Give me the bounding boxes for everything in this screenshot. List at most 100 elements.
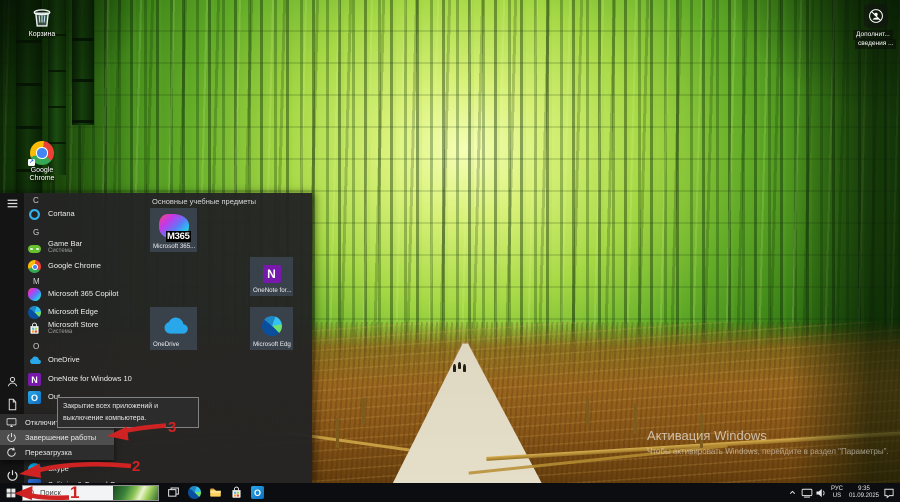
- clock-date: 01.09.2025: [849, 493, 879, 500]
- store-icon: [230, 486, 243, 499]
- copilot-icon: [28, 288, 41, 301]
- tile-label: Microsoft Edge: [253, 341, 291, 348]
- language-line-1: РУС: [831, 486, 843, 493]
- store-icon: [28, 322, 41, 335]
- skype-icon: S: [28, 463, 41, 476]
- shutdown-tooltip: Закрытие всех приложений и выключение ко…: [57, 397, 199, 428]
- app-section-header[interactable]: M: [33, 277, 40, 286]
- chrome-icon: [28, 260, 41, 273]
- app-item-label: OneNote for Windows 10: [48, 375, 132, 384]
- monitor-icon: [6, 417, 17, 428]
- taskbar-search-box[interactable]: Поиск: [22, 485, 159, 501]
- start-tile-onedrive[interactable]: OneDrive: [150, 307, 197, 350]
- app-item-label: Microsoft Edge: [48, 308, 98, 317]
- app-item-text: Google Chrome: [48, 262, 101, 271]
- app-item-label: Google Chrome: [48, 262, 101, 271]
- tray-chevron-up-icon[interactable]: [786, 483, 800, 502]
- hamburger-icon[interactable]: [6, 197, 19, 210]
- app-item-label: Skype: [48, 465, 69, 474]
- tile-label: Microsoft 365...: [153, 243, 195, 250]
- activation-watermark: Активация Windows Чтобы активировать Win…: [647, 428, 889, 456]
- app-item-text: OneDrive: [48, 356, 80, 365]
- gamebar-icon: [28, 241, 41, 254]
- app-item-sublabel: Система: [48, 329, 98, 336]
- app-item-label: Cortana: [48, 210, 75, 219]
- app-list-item-game-bar[interactable]: Game BarСистема: [28, 239, 150, 256]
- app-item-text: Game BarСистема: [48, 240, 82, 256]
- taskbar-button-store[interactable]: [226, 483, 247, 502]
- power-flyout-item-3[interactable]: Перезагрузка: [0, 445, 114, 460]
- action-center-icon[interactable]: [882, 483, 896, 502]
- chrome-icon: ↗: [30, 141, 54, 165]
- app-section-header[interactable]: G: [33, 228, 39, 237]
- volume-icon[interactable]: [814, 483, 828, 502]
- language-line-2: US: [831, 493, 843, 500]
- app-item-label: Game Bar: [48, 240, 82, 249]
- app-list-item-onenote-for-windows-10[interactable]: NOneNote for Windows 10: [28, 371, 150, 388]
- desktop: Корзина ↗ Google Chrome Дополнит... свед…: [0, 0, 900, 502]
- power-flyout-label: Перезагрузка: [25, 448, 72, 457]
- task-view-icon: [167, 486, 180, 499]
- explorer-icon: [209, 486, 222, 499]
- edge-icon: [188, 486, 201, 499]
- system-tray: РУС US 9:35 01.09.2025: [786, 483, 900, 502]
- taskbar: Поиск O РУС US 9:35 01.09.2025: [0, 483, 900, 502]
- app-item-label: OneDrive: [48, 356, 80, 365]
- app-list-item-cortana[interactable]: Cortana: [28, 206, 150, 223]
- app-item-text: Cortana: [48, 210, 75, 219]
- network-icon[interactable]: [800, 483, 814, 502]
- app-item-text: Skype: [48, 465, 69, 474]
- desktop-icon-google-chrome[interactable]: ↗ Google Chrome: [14, 141, 70, 183]
- desktop-icon-recycle-bin[interactable]: Корзина: [14, 5, 70, 39]
- outlook-icon: O: [251, 486, 264, 499]
- app-item-text: Microsoft Edge: [48, 308, 98, 317]
- app-list-item-microsoft-store[interactable]: Microsoft StoreСистема: [28, 320, 150, 337]
- app-section-header[interactable]: O: [33, 342, 39, 351]
- onedrive-icon: [28, 354, 41, 367]
- spotlight-person-slash-icon[interactable]: [864, 4, 888, 28]
- start-tile-edge[interactable]: Microsoft Edge: [250, 307, 293, 350]
- edge-icon: [262, 316, 282, 336]
- app-list-item-onedrive[interactable]: OneDrive: [28, 352, 150, 369]
- onenote-icon: N: [263, 265, 281, 283]
- clock-time: 9:35: [849, 486, 879, 493]
- tile-label: OneNote for...: [253, 287, 291, 294]
- app-item-label: Microsoft Store: [48, 321, 98, 330]
- app-list-item-microsoft-365-copilot[interactable]: Microsoft 365 Copilot: [28, 286, 150, 303]
- spotlight-line-2[interactable]: сведения ...: [855, 39, 896, 49]
- search-placeholder: Поиск: [40, 488, 61, 497]
- taskbar-button-edge[interactable]: [184, 483, 205, 502]
- app-item-text: Microsoft 365 Copilot: [48, 290, 118, 299]
- power-flyout-item-2[interactable]: Завершение работы: [0, 430, 114, 445]
- user-account-icon[interactable]: [6, 375, 19, 388]
- windows-logo-icon: [6, 488, 16, 498]
- app-section-header[interactable]: C: [33, 196, 39, 205]
- power-button-icon[interactable]: [6, 469, 19, 482]
- language-indicator[interactable]: РУС US: [831, 486, 843, 500]
- start-tile-onenote[interactable]: N OneNote for...: [250, 257, 293, 296]
- desktop-icon-label: Google Chrome: [18, 167, 66, 183]
- power-icon: [6, 432, 17, 443]
- tile-label: OneDrive: [153, 341, 179, 348]
- start-button[interactable]: [0, 483, 22, 502]
- outlook-icon: O: [28, 391, 41, 404]
- app-item-text: Microsoft StoreСистема: [48, 321, 98, 337]
- power-flyout-label: Завершение работы: [25, 433, 96, 442]
- shortcut-arrow-icon: ↗: [28, 159, 35, 166]
- taskbar-button-explorer[interactable]: [205, 483, 226, 502]
- onedrive-icon: [160, 317, 188, 334]
- edge-icon: [28, 306, 41, 319]
- activation-subtitle: Чтобы активировать Windows, перейдите в …: [647, 447, 889, 456]
- taskbar-clock[interactable]: 9:35 01.09.2025: [849, 486, 879, 500]
- recycle-bin-icon: [31, 5, 53, 29]
- taskbar-pinned-icons: O: [163, 483, 268, 502]
- app-list-item-google-chrome[interactable]: Google Chrome: [28, 258, 150, 275]
- start-tile-m365[interactable]: M365Microsoft 365...: [150, 208, 197, 252]
- taskbar-button-outlook[interactable]: O: [247, 483, 268, 502]
- tile-badge: M365: [166, 231, 191, 242]
- taskbar-button-task-view[interactable]: [163, 483, 184, 502]
- documents-icon[interactable]: [6, 398, 19, 411]
- search-highlight-image[interactable]: [113, 486, 158, 500]
- app-list-item-skype[interactable]: S Skype: [28, 461, 150, 478]
- app-list-item-microsoft-edge[interactable]: Microsoft Edge: [28, 304, 150, 321]
